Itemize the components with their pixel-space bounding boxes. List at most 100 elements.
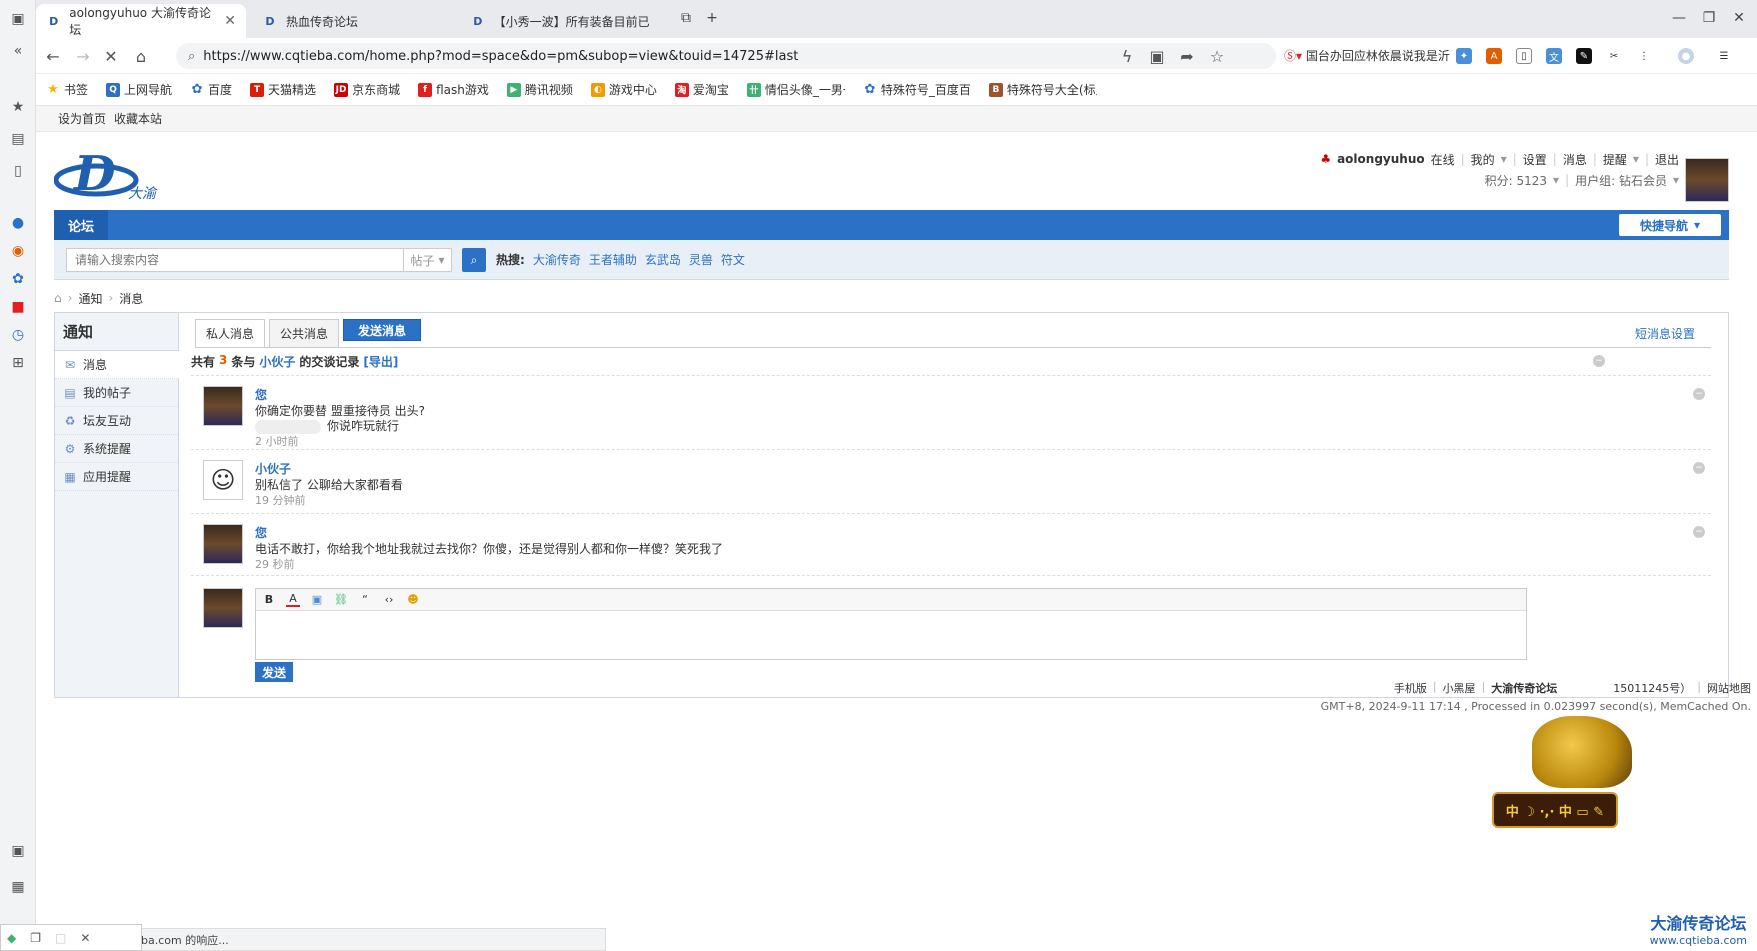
tab-active[interactable]: D aolongyuhuo 大渝传奇论坛 ✕ <box>36 4 246 38</box>
bookmark-item[interactable]: ★ 书签 <box>46 81 88 98</box>
bookmark-item[interactable]: ✿ 百度 <box>190 81 232 98</box>
search-button[interactable]: ⌕ <box>462 248 486 272</box>
forward-icon[interactable]: → <box>72 45 94 67</box>
bookmark-item[interactable]: 卄情侣头像_一男一女 <box>746 81 845 98</box>
quick-nav-button[interactable]: 快捷导航 ▾ <box>1619 214 1721 236</box>
delete-icon[interactable]: − <box>1593 355 1605 367</box>
credits[interactable]: 积分: 5123 <box>1485 172 1547 189</box>
footer-blacklist-link[interactable]: 小黑屋 <box>1443 680 1476 696</box>
tab[interactable]: D 【小秀一波】所有装备目前已经 <box>460 4 660 38</box>
bookmark-star-icon[interactable]: ☆ <box>1206 45 1228 67</box>
sidebar-item-apps[interactable]: ▦ 应用提醒 <box>55 463 178 491</box>
window-thumbnail[interactable]: ◆ ❐ □ ✕ <box>0 924 142 951</box>
hot-search-link[interactable]: 符文 <box>721 251 745 268</box>
search-type-select[interactable]: 帖子 ▾ <box>404 248 452 272</box>
tab-public-messages[interactable]: 公共消息 <box>269 319 340 347</box>
gallery-icon[interactable]: ▣ <box>7 840 29 862</box>
quote-icon[interactable]: “ <box>358 593 372 606</box>
bookmark-item[interactable]: f flash游戏 <box>418 81 489 98</box>
delete-icon[interactable]: − <box>1693 462 1705 474</box>
reminders-link[interactable]: 提醒 <box>1603 151 1627 168</box>
back-icon[interactable]: ← <box>42 45 64 67</box>
settings-link[interactable]: 设置 <box>1523 151 1547 168</box>
message-sender[interactable]: 小伙子 <box>255 460 291 477</box>
window-close-icon[interactable]: ✕ <box>1729 8 1749 28</box>
sidebar-item-my-posts[interactable]: ▤ 我的帖子 <box>55 379 178 407</box>
share-icon[interactable]: ➦ <box>1176 45 1198 67</box>
collapse-icon[interactable]: « <box>7 40 29 62</box>
ime-toolbar[interactable]: 中 ☽ ·,· 中 ▭ ✎ <box>1492 792 1618 828</box>
new-tab-icon[interactable]: + <box>702 8 722 28</box>
breadcrumb-notice[interactable]: 通知 <box>78 290 102 307</box>
bookmark-item[interactable]: T 天猫精选 <box>250 81 316 98</box>
menu-dots-icon[interactable]: ⋮ <box>1636 48 1652 64</box>
search-input[interactable] <box>66 248 404 272</box>
restore-icon[interactable]: ❐ <box>1699 8 1719 28</box>
bold-icon[interactable]: B <box>262 593 276 606</box>
draw-extension-icon[interactable]: ✎ <box>1576 48 1592 64</box>
minimize-icon[interactable]: — <box>1669 8 1689 28</box>
hot-search-link[interactable]: 灵兽 <box>689 251 713 268</box>
folder-icon[interactable]: ▤ <box>7 128 29 150</box>
site-logo[interactable]: D 大渝 <box>53 146 174 206</box>
scissors-icon[interactable]: ✂ <box>1606 48 1622 64</box>
reply-textarea[interactable] <box>256 611 1526 659</box>
restore-icon[interactable]: ❐ <box>30 931 41 945</box>
avatar[interactable] <box>203 524 243 564</box>
nav-forum[interactable]: 论坛 <box>54 210 109 240</box>
profile-icon[interactable]: ● <box>1678 48 1694 64</box>
translate-icon[interactable]: 文 <box>1546 48 1562 64</box>
briefcase-icon[interactable]: ▦ <box>7 876 29 898</box>
user-group[interactable]: 用户组: 钻石会员 <box>1575 172 1667 189</box>
tab-list-icon[interactable]: ⧉ <box>676 8 696 28</box>
username[interactable]: aolongyuhuo <box>1337 152 1425 166</box>
lightning-icon[interactable]: ϟ <box>1116 45 1138 67</box>
delete-icon[interactable]: − <box>1693 388 1705 400</box>
clock-icon[interactable]: ◷ <box>7 324 29 346</box>
add-app-icon[interactable]: ⊞ <box>7 352 29 374</box>
sidebar-toggle-icon[interactable]: ▣ <box>7 8 29 30</box>
bookmark-item[interactable]: 淘爱淘宝 <box>674 81 729 98</box>
my-menu[interactable]: 我的 <box>1471 151 1495 168</box>
avatar[interactable] <box>1685 158 1729 202</box>
tab[interactable]: D 热血传奇论坛 <box>252 4 452 38</box>
link-icon[interactable]: ⛓ <box>334 593 348 606</box>
bookmark-item[interactable]: ▶ 腾讯视频 <box>506 81 573 98</box>
image-icon[interactable]: ▣ <box>310 593 324 606</box>
hamburger-menu-icon[interactable]: ☰ <box>1716 48 1732 64</box>
footer-icp[interactable]: 15011245号） <box>1613 680 1691 696</box>
footer-site-link[interactable]: 大渝传奇论坛 <box>1491 680 1557 696</box>
mascot-widget[interactable]: 中 ☽ ·,· 中 ▭ ✎ <box>1492 716 1648 838</box>
set-home-link[interactable]: 设为首页 <box>58 110 106 127</box>
font-color-icon[interactable]: A <box>286 592 300 607</box>
pm-settings-link[interactable]: 短消息设置 <box>1635 325 1695 342</box>
footer-sitemap-link[interactable]: 网站地图 <box>1707 680 1751 696</box>
export-link[interactable]: [导出] <box>363 353 398 370</box>
star-icon[interactable]: ★ <box>7 96 29 118</box>
code-icon[interactable]: ‹› <box>382 593 396 606</box>
bookmark-item[interactable]: B特殊符号大全(标点 <box>988 81 1097 98</box>
bookmark-item[interactable]: Q 上网导航 <box>106 81 172 98</box>
stop-loading-icon[interactable]: ✕ <box>100 45 122 67</box>
send-message-button[interactable]: 发送消息 <box>343 319 422 341</box>
logout-link[interactable]: 退出 <box>1655 151 1679 168</box>
home-icon[interactable]: ⌂ <box>130 45 152 67</box>
message-sender[interactable]: 您 <box>255 524 267 541</box>
hot-search-link[interactable]: 玄武岛 <box>645 251 681 268</box>
news-ticker[interactable]: Ⓢ▾ 国台办回应林依晨说我是沂 <box>1284 47 1454 64</box>
bookmark-item[interactable]: ◐ 游戏中心 <box>590 81 657 98</box>
send-button[interactable]: 发送 <box>255 662 293 682</box>
address-bar[interactable]: ⌕ https://www.cqtieba.com/home.php?mod=s… <box>176 43 1276 69</box>
pdf-extension-icon[interactable]: A <box>1486 48 1502 64</box>
screenshot-icon[interactable]: ▣ <box>1146 45 1168 67</box>
sidebar-item-messages[interactable]: ✉ 消息 <box>55 351 179 379</box>
hot-search-link[interactable]: 大渝传奇 <box>533 251 581 268</box>
footer-mobile-link[interactable]: 手机版 <box>1394 680 1427 696</box>
tab-private-messages[interactable]: 私人消息 <box>195 319 266 347</box>
extension-icon[interactable]: ✦ <box>1456 48 1472 64</box>
search-app-icon[interactable]: ● <box>7 212 29 234</box>
close-icon[interactable]: ✕ <box>80 931 90 945</box>
peer-name[interactable]: 小伙子 <box>259 353 295 370</box>
news-app-icon[interactable]: ■ <box>7 296 29 318</box>
bookmark-item[interactable]: ✿特殊符号_百度百科 <box>863 81 970 98</box>
